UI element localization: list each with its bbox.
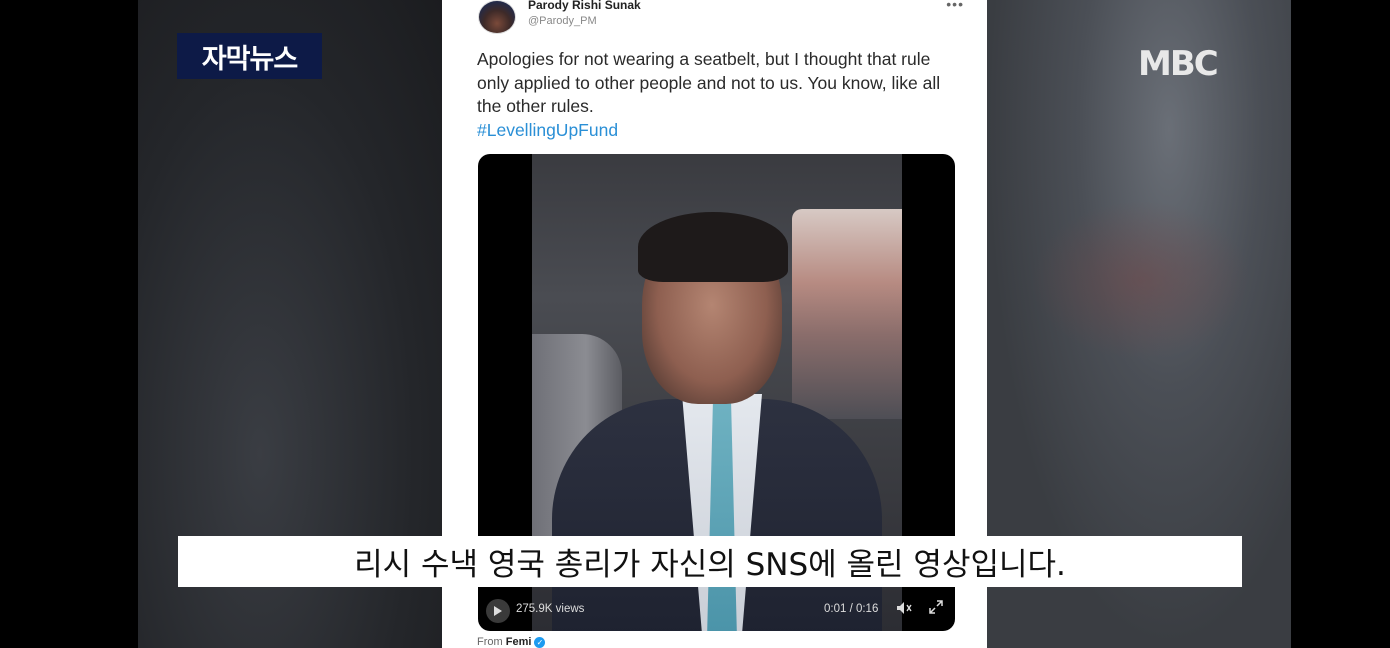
author-avatar[interactable] [478,0,516,34]
view-count: 275.9K views [516,603,585,615]
more-options-icon[interactable]: ••• [946,0,964,12]
author-handle[interactable]: @Parody_PM [528,15,597,27]
video-time: 0:01 / 0:16 [824,603,879,615]
mute-icon[interactable] [896,601,912,618]
subtitle-caption: 리시 수낵 영국 총리가 자신의 SNS에 올린 영상입니다. [178,536,1242,587]
car-window [792,209,902,419]
video-controls: 275.9K views 0:01 / 0:16 [478,591,955,631]
from-label: From [477,636,503,648]
blurred-background-tint [1031,200,1251,360]
play-icon[interactable] [486,599,510,623]
video-source: From Femi ✓ [477,636,546,648]
author-name[interactable]: Parody Rishi Sunak [528,0,641,12]
news-program-logo: 자막뉴스 [177,33,322,79]
verified-badge-icon: ✓ [534,636,546,648]
hashtag-link[interactable]: #LevellingUpFund [477,120,618,141]
person-hair [638,212,788,282]
channel-logo: MBC [1138,44,1219,84]
source-user-link[interactable]: Femi [506,636,532,648]
expand-icon[interactable] [928,599,944,619]
tweet-text: Apologies for not wearing a seatbelt, bu… [477,49,941,116]
tweet-header: Parody Rishi Sunak @Parody_PM ••• [478,0,963,40]
